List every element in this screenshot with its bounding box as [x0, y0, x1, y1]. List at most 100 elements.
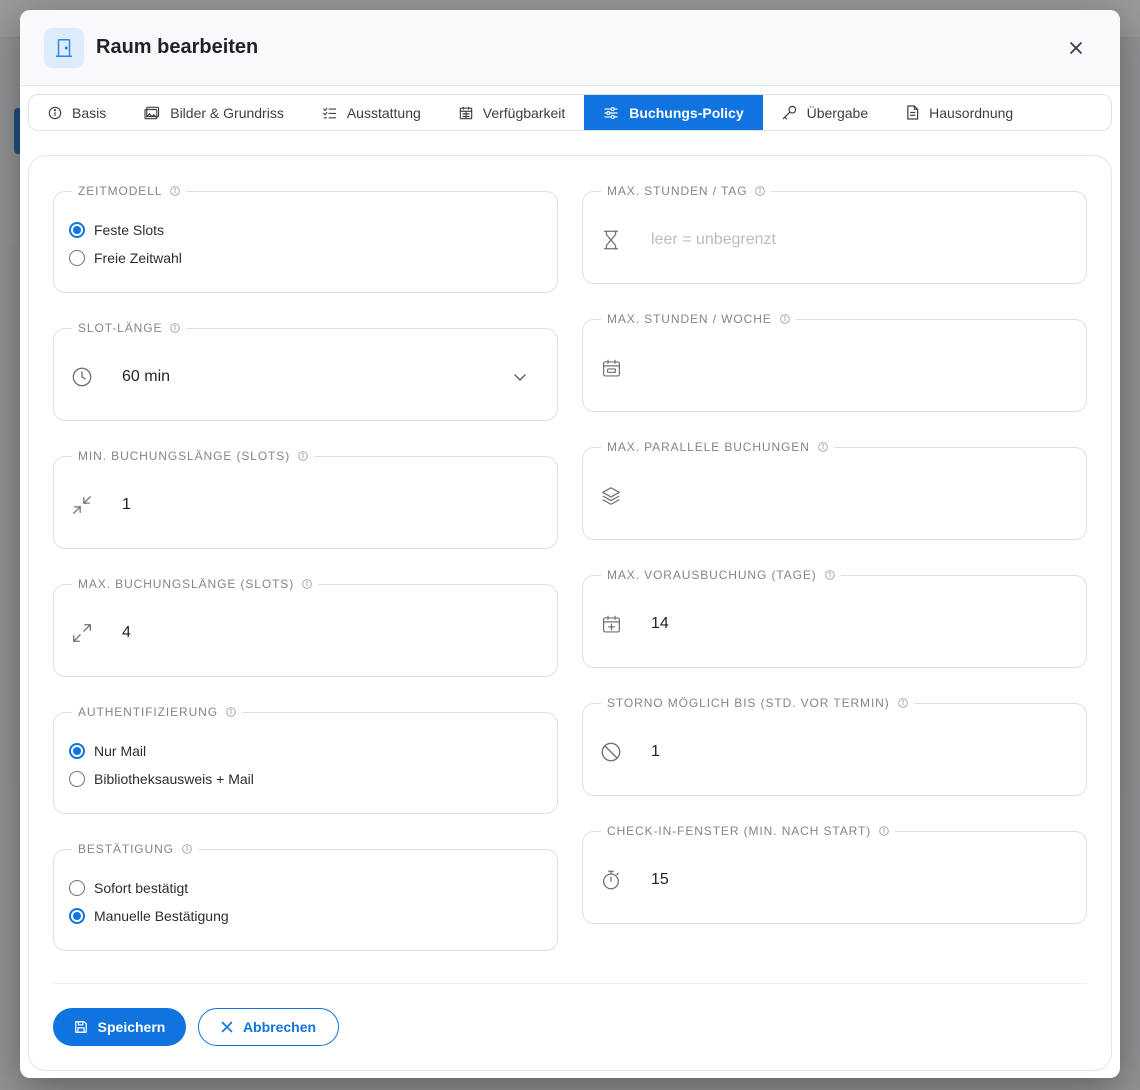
- info-icon: [226, 707, 236, 717]
- cancel-label: Abbrechen: [242, 1019, 317, 1035]
- modal-header: Raum bearbeiten: [20, 10, 1120, 86]
- tab-label: Übergabe: [806, 104, 869, 121]
- radio-indicator[interactable]: [69, 222, 85, 238]
- auth-group: AUTHENTIFIZIERUNG Nur Mail Bibliotheksau…: [53, 705, 558, 814]
- key-icon: [782, 105, 796, 120]
- bestaetigung-group: BESTÄTIGUNG Sofort bestätigt Manuelle Be…: [53, 842, 558, 951]
- close-icon: [221, 1021, 233, 1033]
- hourglass-icon: [599, 228, 623, 252]
- tab-basis[interactable]: Basis: [29, 95, 125, 130]
- radio-bibliotheksausweis-mail[interactable]: Bibliotheksausweis + Mail: [54, 765, 557, 793]
- form-divider: [53, 983, 1087, 984]
- max-woche-label: MAX. STUNDEN / WOCHE: [601, 312, 796, 326]
- cancel-button[interactable]: Abbrechen: [198, 1008, 339, 1046]
- radio-sofort-bestaetigt[interactable]: Sofort bestätigt: [54, 874, 557, 902]
- tab-label: Ausstattung: [346, 104, 421, 121]
- tab-ausstattung[interactable]: Ausstattung: [303, 95, 440, 130]
- radio-indicator[interactable]: [69, 250, 85, 266]
- arrows-expand-icon: [70, 621, 94, 645]
- tab-label: Hausordnung: [929, 104, 1014, 121]
- radio-manuelle-bestaetigung[interactable]: Manuelle Bestätigung: [54, 902, 557, 930]
- door-icon: [44, 28, 84, 68]
- calendar-week-icon: [599, 356, 623, 380]
- edit-room-modal: Raum bearbeiten Basis Bilder & Grundriss…: [20, 10, 1120, 1078]
- tab-label: Buchungs-Policy: [629, 104, 744, 121]
- radio-label: Feste Slots: [94, 222, 165, 238]
- radio-label: Nur Mail: [94, 743, 147, 759]
- tab-hausordnung[interactable]: Hausordnung: [887, 95, 1032, 130]
- info-icon: [182, 844, 192, 854]
- info-icon: [170, 323, 181, 333]
- storno-group: STORNO MÖGLICH BIS (STD. VOR TERMIN) 1: [582, 696, 1087, 796]
- info-icon: [755, 186, 766, 196]
- radio-nur-mail[interactable]: Nur Mail: [54, 737, 557, 765]
- calendar-icon: [459, 106, 473, 119]
- bestaetigung-label: BESTÄTIGUNG: [72, 842, 198, 856]
- layers-icon: [599, 484, 623, 508]
- slot-laenge-value: 60 min: [122, 368, 171, 385]
- storno-label: STORNO MÖGLICH BIS (STD. VOR TERMIN): [601, 696, 914, 710]
- tab-bilder-grundriss[interactable]: Bilder & Grundriss: [125, 95, 303, 130]
- info-icon: [302, 579, 312, 589]
- radio-indicator[interactable]: [69, 743, 85, 759]
- calendar-plus-icon: [599, 612, 623, 636]
- zeitmodell-group: ZEITMODELL Feste Slots Freie Zeitwahl: [53, 184, 558, 293]
- tab-label: Verfügbarkeit: [482, 104, 566, 121]
- radio-label: Manuelle Bestätigung: [94, 908, 229, 924]
- clock-icon: [70, 365, 94, 389]
- max-parallel-group: MAX. PARALLELE BUCHUNGEN: [582, 440, 1087, 540]
- arrows-collapse-icon: [70, 493, 94, 517]
- radio-indicator[interactable]: [69, 771, 85, 787]
- tab-bar: Basis Bilder & Grundriss Ausstattung Ver…: [28, 94, 1112, 131]
- max-buchung-group: MAX. BUCHUNGSLÄNGE (SLOTS) 4: [53, 577, 558, 677]
- max-woche-group: MAX. STUNDEN / WOCHE: [582, 312, 1087, 412]
- save-button[interactable]: Speichern: [53, 1008, 186, 1046]
- info-icon: [779, 314, 790, 324]
- modal-title: Raum bearbeiten: [96, 36, 259, 58]
- policy-form: ZEITMODELL Feste Slots Freie Zeitwahl SL…: [28, 155, 1112, 1071]
- radio-indicator[interactable]: [69, 880, 85, 896]
- max-tag-group: MAX. STUNDEN / TAG leer = unbegrenzt: [582, 184, 1087, 284]
- info-icon: [897, 698, 908, 708]
- ban-icon: [599, 740, 623, 764]
- checklist-icon: [323, 107, 337, 118]
- radio-label: Bibliotheksausweis + Mail: [94, 771, 254, 787]
- checkin-label: CHECK-IN-FENSTER (MIN. NACH START): [601, 824, 895, 838]
- close-icon: [1070, 42, 1082, 54]
- image-icon: [144, 106, 160, 119]
- info-icon: [824, 570, 835, 580]
- tab-uebergabe[interactable]: Übergabe: [763, 95, 888, 130]
- tab-buchungs-policy[interactable]: Buchungs-Policy: [584, 95, 763, 130]
- radio-indicator[interactable]: [69, 908, 85, 924]
- min-buchung-group: MIN. BUCHUNGSLÄNGE (SLOTS) 1: [53, 449, 558, 549]
- max-voraus-group: MAX. VORAUSBUCHUNG (TAGE) 14: [582, 568, 1087, 668]
- zeitmodell-label: ZEITMODELL: [72, 184, 186, 198]
- info-circle-icon: [48, 106, 62, 119]
- info-icon: [298, 451, 308, 461]
- checkin-value: 15: [651, 871, 669, 888]
- chevron-down-icon[interactable]: [513, 370, 527, 384]
- info-icon: [170, 186, 181, 196]
- slot-laenge-group[interactable]: SLOT-LÄNGE 60 min: [53, 321, 558, 421]
- slot-laenge-label: SLOT-LÄNGE: [72, 321, 186, 335]
- min-buchung-value: 1: [122, 496, 131, 513]
- save-label: Speichern: [97, 1019, 166, 1035]
- radio-freie-zeitwahl[interactable]: Freie Zeitwahl: [54, 244, 557, 272]
- radio-feste-slots[interactable]: Feste Slots: [54, 216, 557, 244]
- info-icon: [879, 826, 889, 836]
- stopwatch-icon: [599, 868, 623, 892]
- tab-verfuegbarkeit[interactable]: Verfügbarkeit: [440, 95, 585, 130]
- sliders-icon: [604, 106, 618, 119]
- max-voraus-label: MAX. VORAUSBUCHUNG (TAGE): [601, 568, 841, 582]
- min-buchung-label: MIN. BUCHUNGSLÄNGE (SLOTS): [72, 449, 314, 463]
- document-icon: [907, 105, 919, 120]
- auth-label: AUTHENTIFIZIERUNG: [72, 705, 242, 719]
- max-buchung-value: 4: [122, 624, 131, 641]
- info-icon: [818, 442, 828, 452]
- storno-value: 1: [651, 743, 660, 760]
- close-button[interactable]: [1064, 36, 1088, 60]
- max-parallel-label: MAX. PARALLELE BUCHUNGEN: [601, 440, 834, 454]
- max-buchung-label: MAX. BUCHUNGSLÄNGE (SLOTS): [72, 577, 318, 591]
- tab-label: Bilder & Grundriss: [170, 104, 284, 121]
- max-tag-placeholder: leer = unbegrenzt: [651, 231, 776, 248]
